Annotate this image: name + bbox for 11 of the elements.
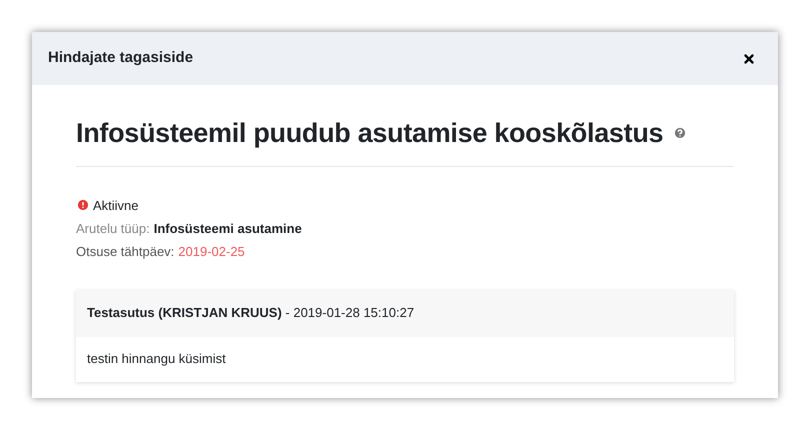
type-value: Infosüsteemi asutamine — [154, 220, 302, 236]
deadline-value: 2019-02-25 — [178, 242, 245, 260]
page-heading: Infosüsteemil puudub asutamise kooskõlastus — [76, 117, 664, 150]
comment-text: testin hinnangu küsimist — [87, 350, 226, 368]
comment-header: Testasutus (KRISTJAN KRUUS) - 2019-01-28 15:10:27 — [87, 304, 414, 322]
dialog-title: Hindajate tagasiside — [48, 48, 194, 68]
status-label: Aktiivne — [93, 196, 139, 214]
close-icon — [742, 52, 756, 66]
type-label: Arutelu tüüp: — [76, 220, 150, 236]
deadline-label: Otsuse tähtpäev: — [76, 242, 174, 260]
help-icon[interactable] — [673, 126, 688, 140]
